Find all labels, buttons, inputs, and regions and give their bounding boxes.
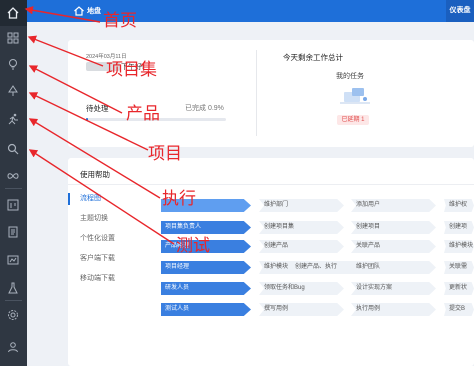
flask-icon[interactable] [6,281,20,295]
home-icon[interactable] [73,5,85,17]
help-nav-item[interactable]: 个性化设置 [68,233,138,245]
flow-step[interactable]: 创建项目 [351,221,436,234]
flow-step[interactable]: 维护权 [444,199,474,212]
flow-step[interactable]: 创建项目集 [259,221,344,234]
flow-step[interactable]: 维护模块 [444,240,474,253]
role-chip[interactable]: 测试人员 [161,303,251,316]
flow-step[interactable]: 关联需 [444,261,474,274]
left-nav-rail [0,0,27,366]
flow-step[interactable]: 领取任务和Bug [259,282,344,295]
board-icon[interactable] [6,198,20,212]
annotation-label: 首页 [103,11,137,31]
flow-step[interactable]: 维护团队 [351,261,436,274]
annotation-label: 产品 [126,104,160,124]
breadcrumb[interactable]: 地盘 [87,6,101,16]
task-illustration [338,84,372,106]
search-icon[interactable] [6,142,20,156]
doc-icon[interactable] [6,225,20,239]
flow-step[interactable]: 关联产品 [351,240,436,253]
divider [256,50,257,136]
role-chip[interactable]: 项目集负责人 [161,221,251,234]
overdue-badge[interactable]: 已延期 1 [337,115,369,125]
date-text: 2024年03月11日 [86,54,127,60]
annotation-label: 测试 [176,236,210,256]
annotation-label: 项目 [148,144,182,164]
infinity-icon[interactable] [6,169,20,183]
role-chip[interactable]: 项目经理 [161,261,251,274]
help-nav-item[interactable]: 移动端下载 [68,273,138,285]
welcome-card: 2024年03月11日 下午好! 待处理 已完成 0.9% 今天剩余工作总计 我… [68,40,474,147]
help-nav-item[interactable]: 流程图 [68,193,138,205]
flow-step[interactable]: 设计实现方案 [351,282,436,295]
flow-step[interactable]: 执行用例 [351,303,436,316]
annotation-label: 项目集 [106,60,157,80]
done-label: 已完成 0.9% [185,105,224,112]
home-icon [6,6,20,20]
help-title: 使用帮助 [80,170,110,179]
flow-step[interactable]: 撰写用例 [259,303,344,316]
rail-divider [5,188,22,189]
my-task-label[interactable]: 我的任务 [336,71,364,81]
dashboard-button[interactable]: 仪表盘 [446,0,474,22]
help-card: 使用帮助 流程图 主题切换 个性化设置 客户端下载 移动端下载 维护部门 添加用… [68,158,474,366]
rail-divider [5,300,22,301]
chart-icon[interactable] [6,253,20,267]
flow-step[interactable]: 创建产品 [259,240,344,253]
help-divider [68,184,474,185]
help-nav-item[interactable]: 客户端下载 [68,253,138,265]
flow-step[interactable]: 更新状 [444,282,474,295]
gear-icon[interactable] [6,308,20,322]
tree-icon[interactable] [6,84,20,98]
help-nav-item[interactable]: 主题切换 [68,213,138,225]
remaining-work-title: 今天剩余工作总计 [283,53,343,62]
flow-step[interactable]: 创建产品、执行 [290,261,360,274]
grid-icon[interactable] [6,31,20,45]
lightbulb-icon[interactable] [6,57,20,71]
annotation-label: 执行 [162,189,196,209]
flow-step[interactable]: 维护部门 [259,199,344,212]
flow-step[interactable]: 添加用户 [351,199,436,212]
top-bar: 地盘 仪表盘 [27,0,474,22]
flow-step[interactable]: 提交B [444,303,474,316]
flow-step[interactable]: 创建项 [444,221,474,234]
role-chip[interactable]: 研发人员 [161,282,251,295]
pending-label[interactable]: 待处理 [86,103,109,114]
user-icon[interactable] [6,340,20,354]
run-icon[interactable] [6,112,20,126]
nav-home[interactable] [0,0,27,26]
